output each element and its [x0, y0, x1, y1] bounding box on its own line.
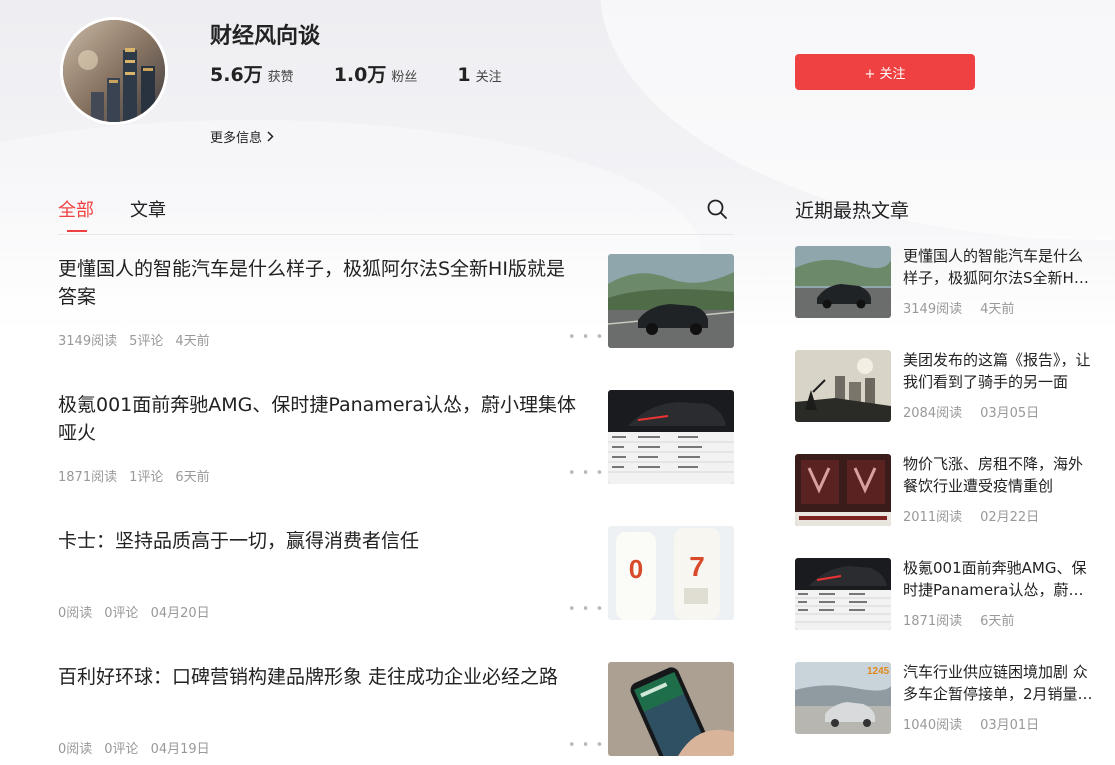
stat-following-label: 关注	[475, 70, 502, 85]
hot-article-title[interactable]: 极氪001面前奔驰AMG、保时捷Panamera认怂，蔚小理集体哑火	[903, 557, 1093, 601]
hot-article-time: 02月22日	[980, 510, 1040, 525]
stat-fans-label: 粉丝	[391, 70, 418, 85]
stat-likes-number: 5.6万	[210, 64, 263, 86]
article-title[interactable]: 极氪001面前奔驰AMG、保时捷Panamera认怂，蔚小理集体哑火	[58, 391, 583, 447]
article-comments: 5评论	[129, 334, 164, 349]
hot-article-item[interactable]: 极氪001面前奔驰AMG、保时捷Panamera认怂，蔚小理集体哑火 1871阅…	[795, 558, 1095, 634]
hot-article-item[interactable]: 物价飞涨、房租不降，海外餐饮行业遭受疫情重创 2011阅读 02月22日	[795, 454, 1095, 530]
stat-following[interactable]: 1 关注	[457, 64, 501, 86]
article-thumbnail[interactable]	[608, 254, 734, 348]
article-reads: 0阅读	[58, 606, 93, 621]
article-title[interactable]: 百利好环球：口碑营销构建品牌形象 走往成功企业必经之路	[58, 663, 583, 691]
more-options-icon[interactable]: • • •	[568, 602, 604, 617]
stat-fans[interactable]: 1.0万 粉丝	[334, 60, 418, 87]
article-time: 04月20日	[150, 606, 210, 621]
stat-following-number: 1	[457, 64, 471, 86]
article-title[interactable]: 更懂国人的智能汽车是什么样子，极狐阿尔法S全新HI版就是答案	[58, 255, 583, 311]
hot-article-meta: 2084阅读 03月05日	[903, 402, 1057, 421]
profile-stats: 5.6万 获赞 1.0万 粉丝 1 关注	[210, 60, 542, 87]
hot-article-item[interactable]: 更懂国人的智能汽车是什么样子，极狐阿尔法S全新HI版就是答案 3149阅读 4天…	[795, 246, 1095, 322]
more-options-icon[interactable]: • • •	[568, 738, 604, 753]
article-item[interactable]: 更懂国人的智能汽车是什么样子，极狐阿尔法S全新HI版就是答案 3149阅读 5评…	[58, 250, 734, 350]
feed-tabs: 全部 文章	[58, 196, 734, 235]
search-icon[interactable]	[706, 198, 728, 220]
article-reads: 3149阅读	[58, 334, 118, 349]
more-info-link[interactable]: 更多信息	[210, 127, 274, 146]
hot-article-reads: 2011阅读	[903, 510, 963, 525]
hot-article-meta: 1040阅读 03月01日	[903, 714, 1057, 733]
hot-article-title[interactable]: 美团发布的这篇《报告》，让我们看到了骑手的另一面	[903, 349, 1093, 393]
article-comments: 0评论	[104, 606, 139, 621]
hot-article-item[interactable]: 1245 汽车行业供应链困境加剧 众多车企暂停接单，2月销量下滑 1040阅读 …	[795, 662, 1095, 738]
hot-article-reads: 1040阅读	[903, 718, 963, 733]
article-meta: 0阅读 0评论 04月19日	[58, 738, 222, 757]
hot-article-reads: 3149阅读	[903, 302, 963, 317]
article-time: 04月19日	[150, 742, 210, 757]
hot-article-thumbnail[interactable]	[795, 558, 891, 630]
bottle-2-text: 7	[689, 551, 705, 582]
more-options-icon[interactable]: • • •	[568, 466, 604, 481]
article-meta: 1871阅读 1评论 6天前	[58, 466, 222, 485]
article-reads: 0阅读	[58, 742, 93, 757]
article-time: 4天前	[175, 334, 210, 349]
stat-likes-label: 获赞	[267, 70, 294, 85]
bottle-1-text: 0	[629, 554, 643, 584]
hot-article-title[interactable]: 物价飞涨、房租不降，海外餐饮行业遭受疫情重创	[903, 453, 1093, 497]
hot-articles-heading: 近期最热文章	[795, 200, 910, 222]
article-comments: 1评论	[129, 470, 164, 485]
hot-article-thumbnail[interactable]	[795, 454, 891, 526]
article-title[interactable]: 卡士：坚持品质高于一切，赢得消费者信任	[58, 527, 583, 555]
more-options-icon[interactable]: • • •	[568, 330, 604, 345]
hot-article-meta: 2011阅读 02月22日	[903, 506, 1057, 525]
hot-article-time: 03月05日	[980, 406, 1040, 421]
stat-likes: 5.6万 获赞	[210, 60, 294, 87]
article-thumbnail[interactable]	[608, 662, 734, 756]
hot-article-reads: 1871阅读	[903, 614, 963, 629]
hot-article-title[interactable]: 汽车行业供应链困境加剧 众多车企暂停接单，2月销量下滑	[903, 661, 1093, 705]
stat-fans-number: 1.0万	[333, 64, 387, 86]
article-meta: 3149阅读 5评论 4天前	[58, 330, 222, 349]
article-comments: 0评论	[104, 742, 139, 757]
hot-article-thumbnail[interactable]: 1245	[795, 662, 891, 734]
hot-article-time: 4天前	[980, 302, 1015, 317]
follow-button[interactable]: + 关注	[795, 54, 975, 90]
article-thumbnail[interactable]: 0 7	[608, 526, 734, 620]
hot-article-thumbnail[interactable]	[795, 350, 891, 422]
tab-articles[interactable]: 文章	[130, 196, 166, 222]
hot-article-time: 6天前	[980, 614, 1015, 629]
article-thumbnail[interactable]	[608, 390, 734, 484]
article-meta: 0阅读 0评论 04月20日	[58, 602, 222, 621]
hot-article-meta: 1871阅读 6天前	[903, 610, 1032, 629]
hot-article-reads: 2084阅读	[903, 406, 963, 421]
article-item[interactable]: 卡士：坚持品质高于一切，赢得消费者信任 0阅读 0评论 04月20日 • • •…	[58, 522, 734, 622]
article-item[interactable]: 百利好环球：口碑营销构建品牌形象 走往成功企业必经之路 0阅读 0评论 04月1…	[58, 658, 734, 758]
thumbnail-sign-text: 1245	[867, 666, 890, 677]
chevron-right-icon	[267, 131, 274, 142]
profile-name: 财经风向谈	[210, 24, 321, 49]
tab-all[interactable]: 全部	[58, 196, 94, 232]
article-time: 6天前	[175, 470, 210, 485]
hot-article-meta: 3149阅读 4天前	[903, 298, 1032, 317]
hot-article-thumbnail[interactable]	[795, 246, 891, 318]
article-item[interactable]: 极氪001面前奔驰AMG、保时捷Panamera认怂，蔚小理集体哑火 1871阅…	[58, 386, 734, 486]
more-info-label: 更多信息	[210, 131, 263, 146]
hot-article-title[interactable]: 更懂国人的智能汽车是什么样子，极狐阿尔法S全新HI版就是答案	[903, 245, 1093, 289]
hot-article-item[interactable]: 美团发布的这篇《报告》，让我们看到了骑手的另一面 2084阅读 03月05日	[795, 350, 1095, 426]
article-reads: 1871阅读	[58, 470, 118, 485]
avatar[interactable]	[60, 17, 168, 125]
hot-article-time: 03月01日	[980, 718, 1040, 733]
